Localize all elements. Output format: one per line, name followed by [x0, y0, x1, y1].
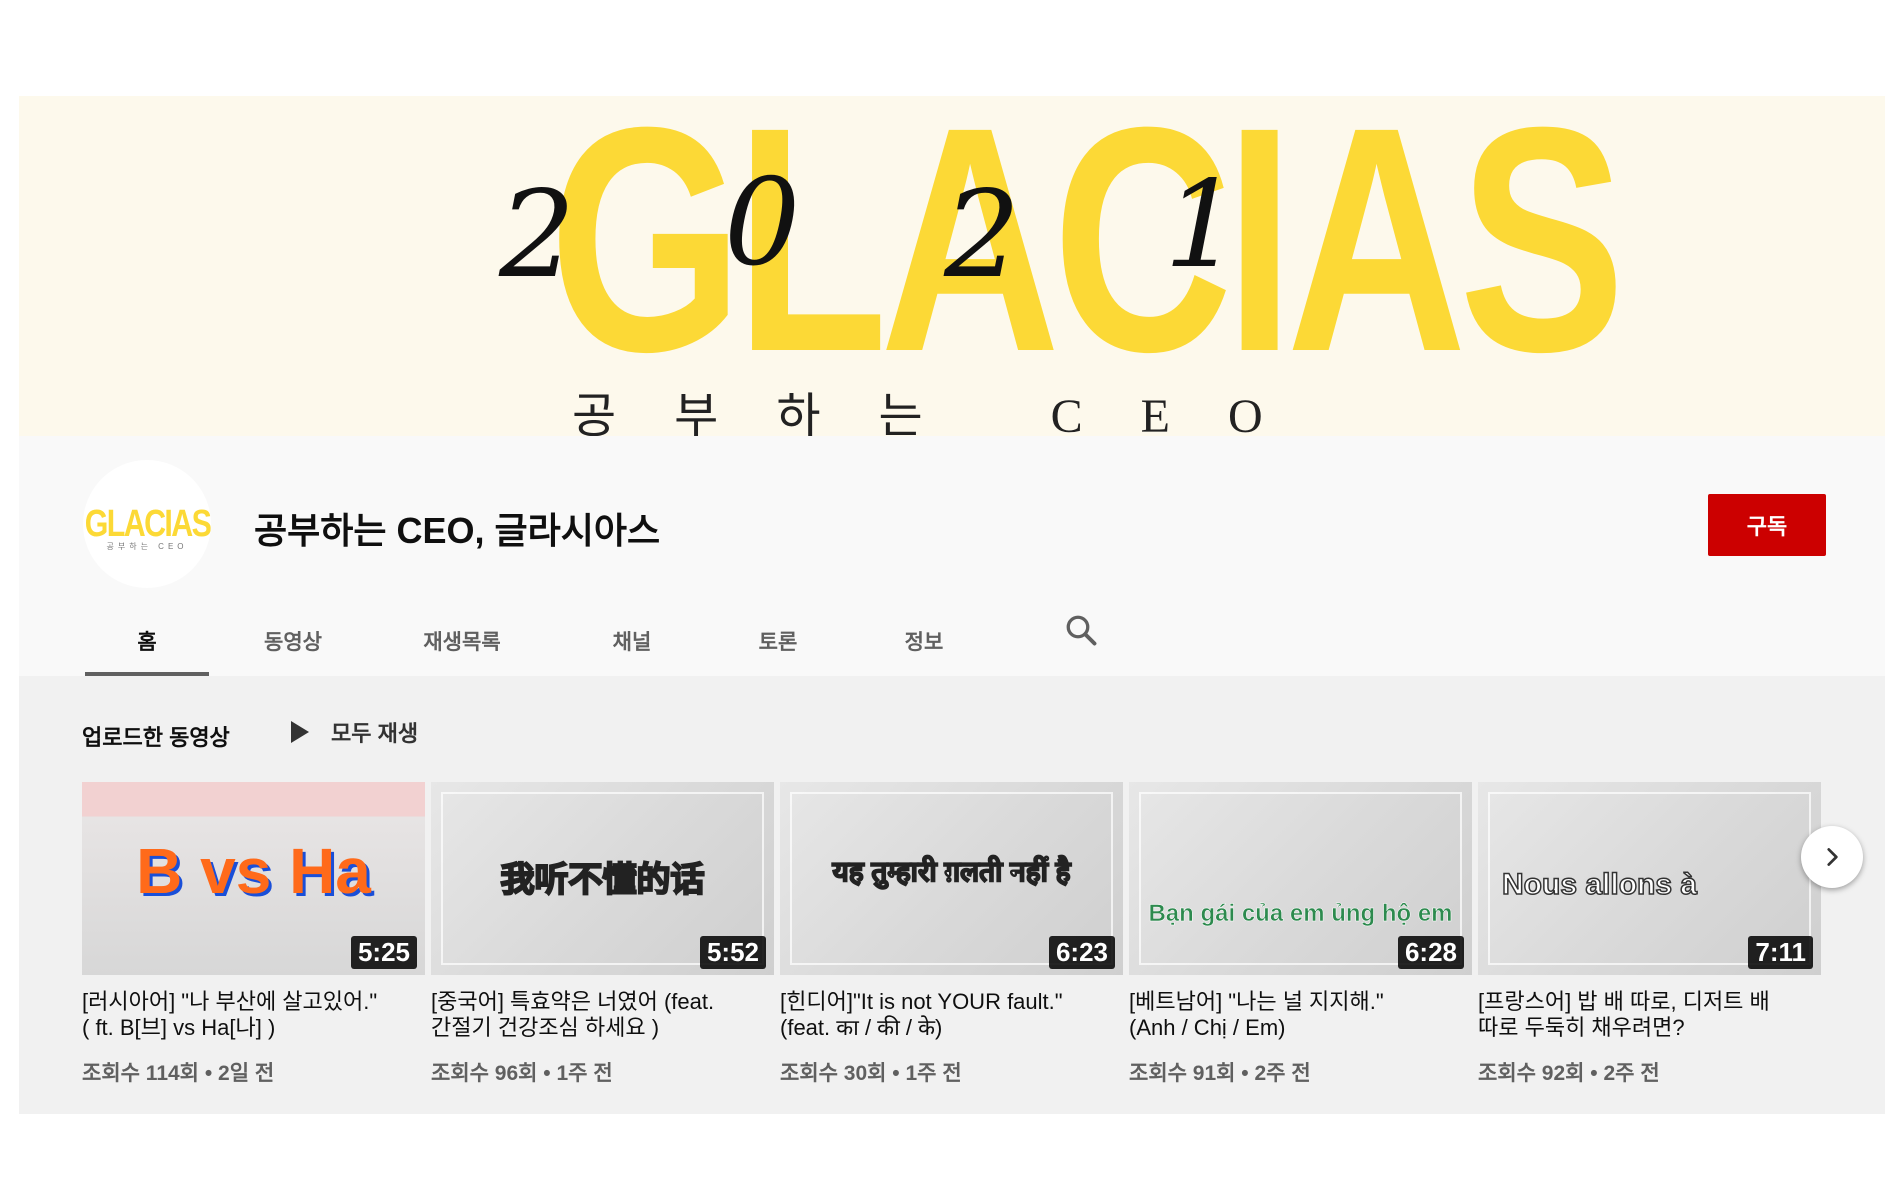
video-shelf: B vs Ha 5:25 [러시아어] "나 부산에 살고있어." ( ft. … [82, 782, 1842, 1102]
video-title-line: ( ft. B[브] vs Ha[나] ) [82, 1015, 276, 1040]
play-all-label: 모두 재생 [331, 721, 419, 746]
shelf-next-button[interactable] [1801, 826, 1863, 888]
tab-playlists[interactable]: 재생목록 [377, 606, 547, 676]
video-meta: 조회수 114회 • 2일 전 [82, 1062, 275, 1085]
video-title[interactable]: [프랑스어] 밥 배 따로, 디저트 배 따로 두둑히 채우려면? [1478, 989, 1821, 1041]
video-title-line: (Anh / Chị / Em) [1129, 1015, 1286, 1040]
video-duration: 5:25 [350, 936, 417, 969]
banner-year-digit: 2 [944, 166, 1021, 305]
tab-channels[interactable]: 채널 [547, 606, 717, 676]
uploads-section: 업로드한 동영상 모두 재생 B vs Ha 5:25 [러시아어] "나 부산… [19, 676, 1885, 1114]
play-icon [291, 721, 309, 743]
video-title[interactable]: [베트남어] "나는 널 지지해." (Anh / Chị / Em) [1129, 989, 1472, 1041]
video-duration: 6:23 [1048, 936, 1115, 969]
video-title-line: [중국어] 특효약은 너였어 (feat. [431, 989, 715, 1014]
banner-year-digit: 1 [1164, 156, 1241, 295]
tab-videos[interactable]: 동영상 [209, 606, 377, 676]
banner-logo: GLACIAS [549, 96, 1625, 418]
tab-about[interactable]: 정보 [839, 606, 1009, 676]
video-duration: 5:52 [699, 936, 766, 969]
thumbnail-text: Bạn gái của em ủng hộ em [1148, 900, 1453, 928]
video-meta: 조회수 91회 • 2주 전 [1129, 1062, 1311, 1085]
subscribe-button[interactable]: 구독 [1708, 494, 1826, 556]
thumbnail-text: Nous allons à [1501, 867, 1698, 902]
video-thumbnail[interactable]: Nous allons à 7:11 [1478, 782, 1821, 975]
video-card[interactable]: Nous allons à 7:11 [프랑스어] 밥 배 따로, 디저트 배 … [1478, 782, 1821, 1087]
video-card[interactable]: यह तुम्हारी ग़लती नहीं है 6:23 [힌디어]"It … [780, 782, 1123, 1087]
video-thumbnail[interactable]: यह तुम्हारी ग़लती नहीं है 6:23 [780, 782, 1123, 975]
video-meta: 조회수 92회 • 2주 전 [1478, 1062, 1660, 1085]
video-duration: 6:28 [1397, 936, 1464, 969]
video-title[interactable]: [힌디어]"It is not YOUR fault." (feat. का /… [780, 989, 1123, 1041]
video-meta: 조회수 30회 • 1주 전 [780, 1062, 962, 1085]
video-thumbnail[interactable]: 我听不懂的话 5:52 [431, 782, 774, 975]
tab-home[interactable]: 홈 [85, 606, 209, 676]
channel-title: 공부하는 CEO, 글라시아스 [254, 510, 661, 551]
avatar-subtitle: 공부하는 CEO [106, 542, 188, 551]
section-title[interactable]: 업로드한 동영상 [82, 720, 230, 752]
video-title[interactable]: [중국어] 특효약은 너였어 (feat. 간절기 건강조심 하세요 ) [431, 989, 774, 1041]
video-title-line: [베트남어] "나는 널 지지해." [1129, 989, 1384, 1014]
banner-subtitle: 공부하는 CEO [572, 390, 1321, 436]
video-title-line: [러시아어] "나 부산에 살고있어." [82, 989, 378, 1014]
video-card[interactable]: B vs Ha 5:25 [러시아어] "나 부산에 살고있어." ( ft. … [82, 782, 425, 1087]
video-title-line: 간절기 건강조심 하세요 ) [431, 1015, 660, 1040]
video-thumbnail[interactable]: Bạn gái của em ủng hộ em 6:28 [1129, 782, 1472, 975]
video-title-line: (feat. का / की / के) [780, 1015, 943, 1040]
search-icon[interactable] [1063, 612, 1099, 648]
video-title-line: [힌디어]"It is not YOUR fault." [780, 989, 1063, 1014]
thumbnail-text: B vs Ha [136, 835, 371, 907]
banner-year-digit: 2 [499, 166, 576, 305]
video-title[interactable]: [러시아어] "나 부산에 살고있어." ( ft. B[브] vs Ha[나]… [82, 989, 425, 1041]
video-title-line: [프랑스어] 밥 배 따로, 디저트 배 [1478, 989, 1770, 1014]
avatar-logo: GLACIAS [84, 502, 211, 545]
video-thumbnail[interactable]: B vs Ha 5:25 [82, 782, 425, 975]
tab-discussion[interactable]: 토론 [717, 606, 839, 676]
video-meta: 조회수 96회 • 1주 전 [431, 1062, 613, 1085]
video-card[interactable]: 我听不懂的话 5:52 [중국어] 특효약은 너였어 (feat. 간절기 건강… [431, 782, 774, 1087]
play-all-button[interactable]: 모두 재생 [291, 716, 418, 748]
banner-year-digit: 0 [724, 154, 801, 293]
thumbnail-text: 我听不懂的话 [500, 860, 706, 900]
video-title-line: 따로 두둑히 채우려면? [1478, 1015, 1685, 1040]
video-card[interactable]: Bạn gái của em ủng hộ em 6:28 [베트남어] "나는… [1129, 782, 1472, 1087]
video-duration: 7:11 [1748, 936, 1813, 969]
channel-header: GLACIAS 공부하는 CEO 공부하는 CEO, 글라시아스 구독 홈 동영… [19, 436, 1885, 676]
channel-avatar[interactable]: GLACIAS 공부하는 CEO [83, 460, 211, 588]
channel-banner: GLACIAS 2 0 2 1 공부하는 CEO [19, 96, 1885, 436]
channel-tabs: 홈 동영상 재생목록 채널 토론 정보 [85, 606, 1009, 676]
chevron-right-icon [1827, 848, 1838, 866]
thumbnail-text: यह तुम्हारी ग़लती नहीं है [832, 855, 1071, 888]
